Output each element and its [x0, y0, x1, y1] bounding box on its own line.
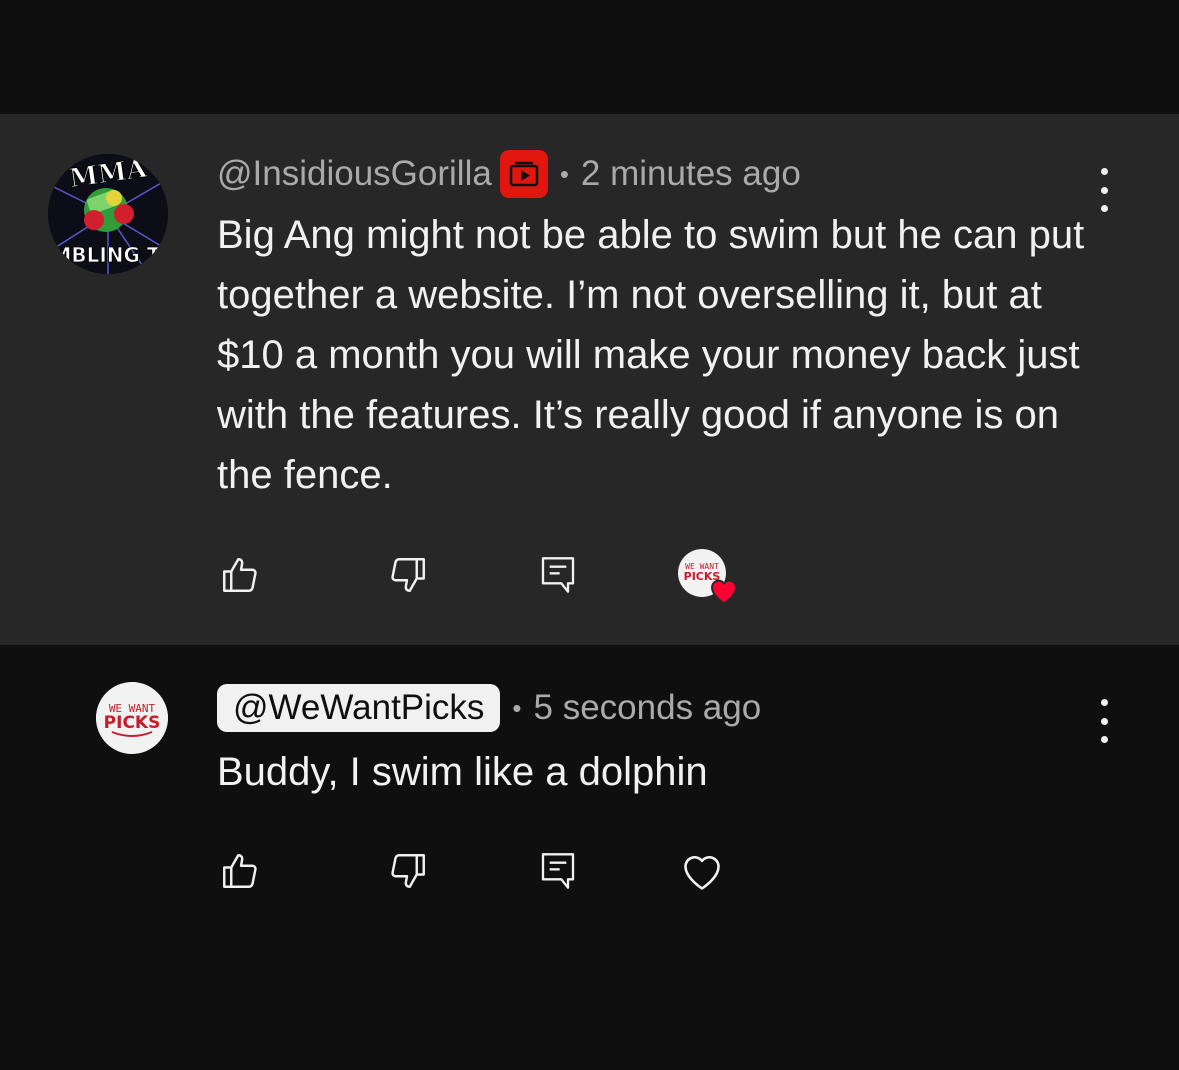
- comment-actions: [0, 841, 1179, 901]
- avatar-logo: MMA MBLING T: [48, 154, 168, 274]
- author-handle[interactable]: @InsidiousGorilla: [217, 154, 492, 194]
- separator-dot: •: [559, 158, 569, 189]
- thumbs-down-icon: [391, 558, 425, 592]
- comment-header: @WeWantPicks • 5 seconds ago: [217, 681, 761, 735]
- more-options-icon[interactable]: [1089, 699, 1119, 743]
- author-handle[interactable]: @WeWantPicks: [217, 684, 501, 732]
- reply-comment-icon: [541, 853, 575, 889]
- reply-comment-icon: [541, 557, 575, 593]
- avatar-text-bottom: MBLING T: [51, 243, 160, 267]
- thumbs-up-icon: [223, 854, 257, 888]
- red-heart-icon: [710, 579, 738, 605]
- comment-actions: [0, 545, 1179, 605]
- comment-item: MMA MBLING T @InsidiousGorilla • 2 minut…: [0, 114, 1179, 645]
- comment-header: @InsidiousGorilla • 2 minutes ago: [217, 150, 801, 198]
- heart-button[interactable]: [672, 841, 732, 901]
- avatar[interactable]: MMA MBLING T: [48, 154, 168, 274]
- reply-button[interactable]: [528, 841, 588, 901]
- creator-heart-badge: WE WANT PICKS: [678, 549, 738, 605]
- separator-dot: •: [512, 692, 522, 723]
- dislike-button[interactable]: [378, 545, 438, 605]
- comment-timestamp: 5 seconds ago: [533, 688, 762, 727]
- youtube-member-badge: [499, 150, 548, 198]
- thumbs-up-icon: [223, 558, 257, 592]
- video-icon: [509, 161, 539, 187]
- reply-button[interactable]: [528, 545, 588, 605]
- comment-timestamp: 2 minutes ago: [580, 154, 801, 193]
- avatar-logo-line2: PICKS: [104, 713, 161, 733]
- comment-text: Buddy, I swim like a dolphin: [217, 750, 708, 794]
- thumbs-down-icon: [391, 854, 425, 888]
- top-bar: [0, 0, 1179, 114]
- like-button[interactable]: [210, 545, 270, 605]
- avatar-logo: WE WANT PICKS: [96, 682, 168, 754]
- comment-text: Big Ang might not be able to swim but he…: [217, 213, 1085, 497]
- comment-item: WE WANT PICKS @WeWantPicks • 5 seconds a…: [0, 645, 1179, 1070]
- heart-outline-icon: [684, 855, 720, 890]
- dislike-button[interactable]: [378, 841, 438, 901]
- avatar[interactable]: WE WANT PICKS: [96, 682, 168, 754]
- like-button[interactable]: [210, 841, 270, 901]
